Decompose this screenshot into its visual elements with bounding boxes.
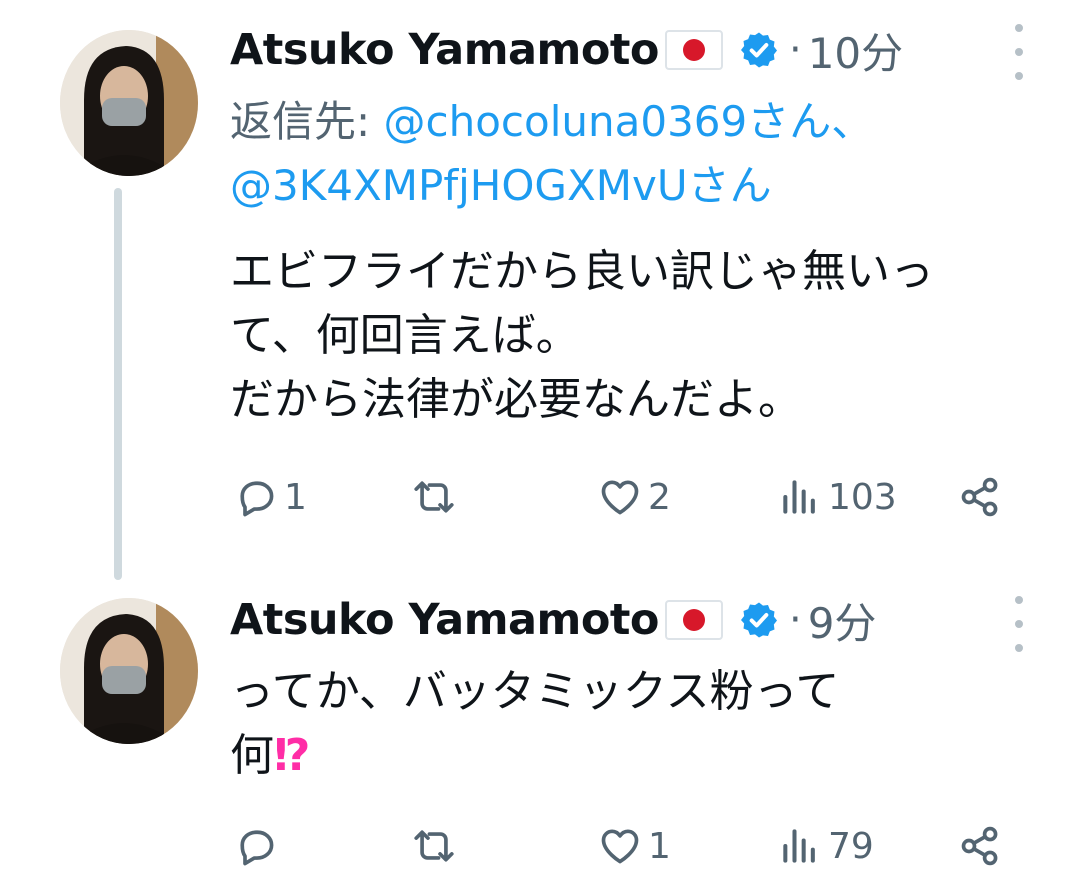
separator-dot: ·	[788, 597, 802, 643]
action-bar: 1 79	[0, 816, 1080, 876]
tweet-text-line: エビフライだから良い訳じゃ無いっ	[230, 246, 934, 297]
tweet-header: Atsuko Yamamoto · 9分	[230, 590, 876, 650]
tweet[interactable]: Atsuko Yamamoto · 10分 返信先: @chocoluna036…	[0, 0, 1080, 580]
author-name[interactable]: Atsuko Yamamoto	[230, 595, 659, 645]
more-options-icon[interactable]	[1012, 24, 1026, 80]
tweet-text-line: だから法律が必要なんだよ。	[230, 374, 802, 425]
tweet-text: ってか、バッタミックス粉って 何⁉	[230, 660, 1060, 788]
views-count: 79	[828, 825, 874, 867]
tweet-text-line: 何⁉	[230, 724, 1060, 788]
share-button[interactable]	[958, 467, 1002, 527]
tweet-header: Atsuko Yamamoto · 10分	[230, 20, 903, 80]
views-count: 103	[828, 476, 897, 518]
reply-icon	[240, 830, 274, 866]
verified-badge-icon	[740, 32, 777, 68]
avatar[interactable]	[60, 30, 198, 176]
tweet-text: エビフライだから良い訳じゃ無いっ て、何回言えば。 だから法律が必要なんだよ。	[230, 240, 1060, 432]
share-icon	[961, 826, 998, 866]
views-icon	[783, 480, 815, 514]
like-button[interactable]: 2	[598, 467, 671, 527]
share-icon	[961, 477, 998, 517]
share-button[interactable]	[958, 816, 1002, 876]
tweet-text-fragment: 何	[230, 730, 274, 781]
exclamation-question-emoji: ⁉	[274, 730, 311, 781]
reply-prefix: 返信先:	[230, 97, 384, 146]
avatar[interactable]	[60, 598, 198, 744]
timestamp[interactable]: 9分	[808, 590, 877, 651]
japan-flag-icon	[664, 30, 723, 70]
retweet-icon	[414, 481, 454, 513]
verified-badge-icon	[740, 602, 777, 638]
action-bar: 1 2 103	[0, 467, 1080, 527]
tweet[interactable]: Atsuko Yamamoto · 9分 ってか、バッタミックス粉って 何⁉ 1…	[0, 560, 1080, 895]
japan-flag-icon	[664, 600, 723, 640]
timestamp[interactable]: 10分	[808, 20, 903, 81]
tweet-text-line: て、何回言えば。	[230, 310, 580, 361]
separator-dot: ·	[788, 27, 802, 73]
mention-link[interactable]: @chocoluna0369さん、	[384, 97, 874, 146]
reply-button[interactable]: 1	[234, 467, 307, 527]
reply-icon	[240, 481, 274, 517]
reply-context: 返信先: @chocoluna0369さん、 @3K4XMPfjHOGXMvUさ…	[230, 90, 1050, 218]
views-button[interactable]: 79	[778, 816, 874, 876]
like-count: 2	[648, 476, 671, 518]
retweet-icon	[414, 830, 454, 862]
retweet-button[interactable]	[412, 467, 462, 527]
more-options-icon[interactable]	[1012, 596, 1026, 652]
mention-link[interactable]: @3K4XMPfjHOGXMvUさん	[230, 161, 772, 210]
like-count: 1	[648, 825, 671, 867]
reply-button[interactable]	[234, 816, 284, 876]
heart-icon	[601, 829, 639, 864]
reply-count: 1	[284, 476, 307, 518]
retweet-button[interactable]	[412, 816, 462, 876]
author-name[interactable]: Atsuko Yamamoto	[230, 25, 659, 75]
views-button[interactable]: 103	[778, 467, 897, 527]
heart-icon	[601, 480, 639, 515]
tweet-text-line: ってか、バッタミックス粉って	[230, 666, 840, 717]
like-button[interactable]: 1	[598, 816, 671, 876]
views-icon	[783, 829, 815, 863]
